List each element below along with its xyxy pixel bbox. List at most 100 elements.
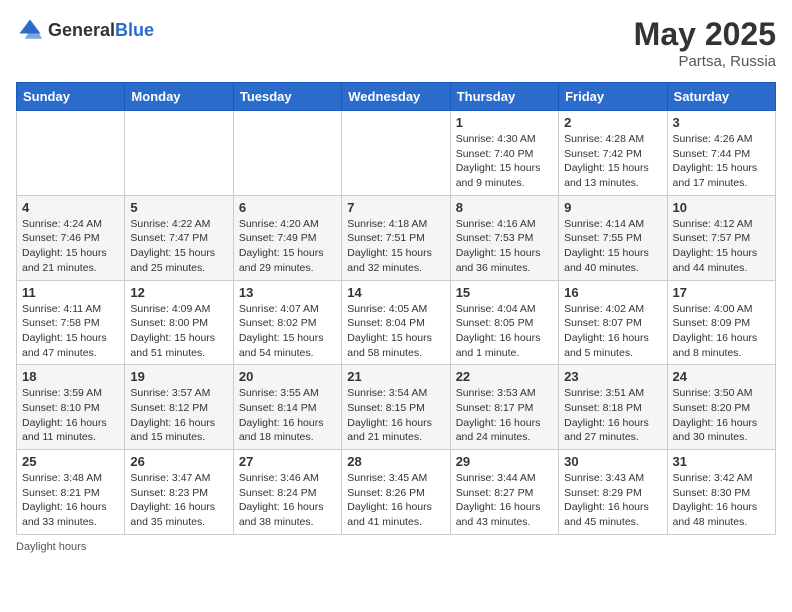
day-number: 2	[564, 115, 661, 130]
week-row-4: 18 Sunrise: 3:59 AM Sunset: 8:10 PM Dayli…	[17, 365, 776, 450]
calendar-table: SundayMondayTuesdayWednesdayThursdayFrid…	[16, 82, 776, 535]
day-number: 19	[130, 369, 227, 384]
calendar-cell: 29Sunrise: 3:44 AM Sunset: 8:27 PM Dayli…	[450, 450, 558, 535]
calendar-cell: 8 Sunrise: 4:16 AM Sunset: 7:53 PM Daylig…	[450, 195, 558, 280]
day-info: Sunrise: 3:48 AM Sunset: 8:21 PM Dayligh…	[22, 471, 119, 530]
day-number: 29	[456, 454, 553, 469]
day-number: 5	[130, 200, 227, 215]
calendar-cell: 9 Sunrise: 4:14 AM Sunset: 7:55 PM Daylig…	[559, 195, 667, 280]
page-header: GeneralBlue May 2025 Partsa, Russia	[16, 16, 776, 70]
day-number: 30	[564, 454, 661, 469]
day-number: 20	[239, 369, 336, 384]
day-info: Sunrise: 3:42 AM Sunset: 8:30 PM Dayligh…	[673, 471, 770, 530]
location: Partsa, Russia	[634, 53, 776, 70]
calendar-cell: 11Sunrise: 4:11 AM Sunset: 7:58 PM Dayli…	[17, 280, 125, 365]
day-info: Sunrise: 4:11 AM Sunset: 7:58 PM Dayligh…	[22, 302, 119, 361]
day-number: 24	[673, 369, 770, 384]
day-header-friday: Friday	[559, 83, 667, 111]
day-info: Sunrise: 4:07 AM Sunset: 8:02 PM Dayligh…	[239, 302, 336, 361]
day-info: Sunrise: 3:53 AM Sunset: 8:17 PM Dayligh…	[456, 386, 553, 445]
calendar-cell: 25Sunrise: 3:48 AM Sunset: 8:21 PM Dayli…	[17, 450, 125, 535]
day-number: 6	[239, 200, 336, 215]
day-info: Sunrise: 4:24 AM Sunset: 7:46 PM Dayligh…	[22, 217, 119, 276]
calendar-cell: 24 Sunrise: 3:50 AM Sunset: 8:20 PM Dayli…	[667, 365, 775, 450]
calendar-cell: 19 Sunrise: 3:57 AM Sunset: 8:12 PM Dayli…	[125, 365, 233, 450]
calendar-cell: 27 Sunrise: 3:46 AM Sunset: 8:24 PM Dayli…	[233, 450, 341, 535]
day-number: 13	[239, 285, 336, 300]
calendar-cell: 13 Sunrise: 4:07 AM Sunset: 8:02 PM Dayli…	[233, 280, 341, 365]
day-number: 23	[564, 369, 661, 384]
day-header-row: SundayMondayTuesdayWednesdayThursdayFrid…	[17, 83, 776, 111]
day-number: 4	[22, 200, 119, 215]
calendar-cell: 4 Sunrise: 4:24 AM Sunset: 7:46 PM Daylig…	[17, 195, 125, 280]
day-info: Sunrise: 4:30 AM Sunset: 7:40 PM Dayligh…	[456, 132, 553, 191]
calendar-cell: 31Sunrise: 3:42 AM Sunset: 8:30 PM Dayli…	[667, 450, 775, 535]
day-info: Sunrise: 3:47 AM Sunset: 8:23 PM Dayligh…	[130, 471, 227, 530]
day-info: Sunrise: 4:05 AM Sunset: 8:04 PM Dayligh…	[347, 302, 444, 361]
day-number: 8	[456, 200, 553, 215]
week-row-2: 4 Sunrise: 4:24 AM Sunset: 7:46 PM Daylig…	[17, 195, 776, 280]
month-year: May 2025	[634, 16, 776, 53]
calendar-cell: 14 Sunrise: 4:05 AM Sunset: 8:04 PM Dayli…	[342, 280, 450, 365]
calendar-cell: 17 Sunrise: 4:00 AM Sunset: 8:09 PM Dayli…	[667, 280, 775, 365]
calendar-cell: 12Sunrise: 4:09 AM Sunset: 8:00 PM Dayli…	[125, 280, 233, 365]
day-info: Sunrise: 3:45 AM Sunset: 8:26 PM Dayligh…	[347, 471, 444, 530]
calendar-cell: 5 Sunrise: 4:22 AM Sunset: 7:47 PM Daylig…	[125, 195, 233, 280]
day-info: Sunrise: 3:46 AM Sunset: 8:24 PM Dayligh…	[239, 471, 336, 530]
calendar-cell	[342, 111, 450, 196]
day-header-wednesday: Wednesday	[342, 83, 450, 111]
day-number: 3	[673, 115, 770, 130]
day-number: 17	[673, 285, 770, 300]
day-number: 28	[347, 454, 444, 469]
calendar-cell: 18 Sunrise: 3:59 AM Sunset: 8:10 PM Dayli…	[17, 365, 125, 450]
day-info: Sunrise: 4:18 AM Sunset: 7:51 PM Dayligh…	[347, 217, 444, 276]
day-info: Sunrise: 3:43 AM Sunset: 8:29 PM Dayligh…	[564, 471, 661, 530]
calendar-cell	[233, 111, 341, 196]
day-number: 16	[564, 285, 661, 300]
calendar-cell: 22Sunrise: 3:53 AM Sunset: 8:17 PM Dayli…	[450, 365, 558, 450]
day-number: 18	[22, 369, 119, 384]
day-number: 21	[347, 369, 444, 384]
day-info: Sunrise: 3:55 AM Sunset: 8:14 PM Dayligh…	[239, 386, 336, 445]
day-info: Sunrise: 4:28 AM Sunset: 7:42 PM Dayligh…	[564, 132, 661, 191]
calendar-cell: 30 Sunrise: 3:43 AM Sunset: 8:29 PM Dayli…	[559, 450, 667, 535]
day-info: Sunrise: 3:50 AM Sunset: 8:20 PM Dayligh…	[673, 386, 770, 445]
day-info: Sunrise: 4:26 AM Sunset: 7:44 PM Dayligh…	[673, 132, 770, 191]
week-row-3: 11Sunrise: 4:11 AM Sunset: 7:58 PM Dayli…	[17, 280, 776, 365]
week-row-1: 1 Sunrise: 4:30 AM Sunset: 7:40 PM Daylig…	[17, 111, 776, 196]
calendar-cell: 7 Sunrise: 4:18 AM Sunset: 7:51 PM Daylig…	[342, 195, 450, 280]
day-header-monday: Monday	[125, 83, 233, 111]
calendar-cell: 16 Sunrise: 4:02 AM Sunset: 8:07 PM Dayli…	[559, 280, 667, 365]
day-number: 14	[347, 285, 444, 300]
day-number: 26	[130, 454, 227, 469]
day-number: 15	[456, 285, 553, 300]
day-info: Sunrise: 4:00 AM Sunset: 8:09 PM Dayligh…	[673, 302, 770, 361]
footer-note: Daylight hours	[16, 541, 776, 553]
title-block: May 2025 Partsa, Russia	[634, 16, 776, 70]
day-info: Sunrise: 3:59 AM Sunset: 8:10 PM Dayligh…	[22, 386, 119, 445]
calendar-cell: 26 Sunrise: 3:47 AM Sunset: 8:23 PM Dayli…	[125, 450, 233, 535]
day-header-saturday: Saturday	[667, 83, 775, 111]
day-number: 27	[239, 454, 336, 469]
day-header-tuesday: Tuesday	[233, 83, 341, 111]
calendar-cell: 3 Sunrise: 4:26 AM Sunset: 7:44 PM Daylig…	[667, 111, 775, 196]
day-info: Sunrise: 4:14 AM Sunset: 7:55 PM Dayligh…	[564, 217, 661, 276]
day-number: 9	[564, 200, 661, 215]
calendar-cell	[17, 111, 125, 196]
calendar-cell: 21Sunrise: 3:54 AM Sunset: 8:15 PM Dayli…	[342, 365, 450, 450]
day-info: Sunrise: 4:02 AM Sunset: 8:07 PM Dayligh…	[564, 302, 661, 361]
day-info: Sunrise: 4:22 AM Sunset: 7:47 PM Dayligh…	[130, 217, 227, 276]
day-number: 7	[347, 200, 444, 215]
calendar-cell: 10Sunrise: 4:12 AM Sunset: 7:57 PM Dayli…	[667, 195, 775, 280]
day-info: Sunrise: 3:57 AM Sunset: 8:12 PM Dayligh…	[130, 386, 227, 445]
week-row-5: 25Sunrise: 3:48 AM Sunset: 8:21 PM Dayli…	[17, 450, 776, 535]
day-number: 1	[456, 115, 553, 130]
day-number: 12	[130, 285, 227, 300]
logo: GeneralBlue	[16, 16, 154, 44]
calendar-cell: 20 Sunrise: 3:55 AM Sunset: 8:14 PM Dayli…	[233, 365, 341, 450]
day-info: Sunrise: 4:16 AM Sunset: 7:53 PM Dayligh…	[456, 217, 553, 276]
day-header-thursday: Thursday	[450, 83, 558, 111]
calendar-cell	[125, 111, 233, 196]
calendar-cell: 23Sunrise: 3:51 AM Sunset: 8:18 PM Dayli…	[559, 365, 667, 450]
day-header-sunday: Sunday	[17, 83, 125, 111]
